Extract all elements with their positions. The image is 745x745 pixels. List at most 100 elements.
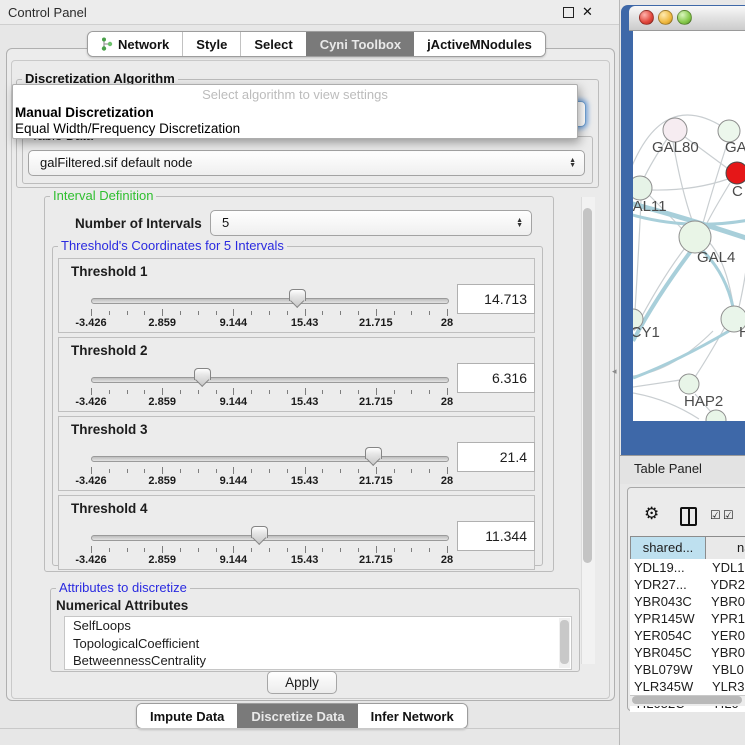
slider-track[interactable] — [91, 456, 449, 462]
table-horizontal-scrollbar-thumb[interactable] — [632, 696, 742, 704]
table-cell[interactable]: YDR2 — [710, 576, 745, 593]
attributes-scrollbar[interactable] — [559, 618, 570, 668]
column-header-name[interactable]: na — [705, 536, 745, 560]
table-cell[interactable]: YDL19... — [630, 559, 712, 576]
tick-mark — [109, 390, 110, 394]
attributes-scrollbar-thumb[interactable] — [560, 620, 569, 664]
network-node-edge-node[interactable] — [706, 410, 726, 421]
threshold-value-field[interactable]: 21.4 — [457, 442, 535, 472]
table-cell[interactable]: YDR27... — [630, 576, 710, 593]
tab-impute-data-label: Impute Data — [150, 709, 224, 724]
tab-jactivemnodules[interactable]: jActiveMNodules — [414, 32, 545, 56]
window-close-button[interactable] — [639, 10, 654, 25]
attribute-list-item[interactable]: BetweennessCentrality — [65, 652, 571, 670]
tick-mark — [358, 390, 359, 394]
slider-thumb[interactable] — [251, 526, 268, 538]
tab-select-label: Select — [254, 37, 292, 52]
table-row[interactable]: YER054CYER0 — [630, 627, 745, 644]
top-tab-bar: Network Style Select Cyni Toolbox jActiv… — [87, 31, 546, 57]
gear-icon[interactable] — [644, 504, 659, 524]
slider-thumb[interactable] — [194, 368, 211, 380]
number-of-intervals-value: 5 — [222, 211, 229, 235]
threshold-value-field[interactable]: 6.316 — [457, 363, 535, 393]
threshold-value-field[interactable]: 11.344 — [457, 521, 535, 551]
tick-mark — [447, 309, 448, 316]
tab-network[interactable]: Network — [88, 32, 182, 56]
slider-track[interactable] — [91, 298, 449, 304]
tick-label: 9.144 — [220, 317, 248, 329]
tick-mark — [269, 311, 270, 315]
network-canvas[interactable]: GAL80GACGAL11GAL4GCY1HHAP2 — [633, 31, 745, 421]
tick-mark — [429, 390, 430, 394]
tick-label: 9.144 — [220, 554, 248, 566]
popup-option-equal-width-frequency[interactable]: Equal Width/Frequency Discretization — [13, 121, 577, 137]
slider-thumb[interactable] — [289, 289, 306, 301]
float-window-icon[interactable] — [563, 7, 574, 18]
network-edge — [739, 261, 745, 307]
table-cell[interactable]: YBR0 — [711, 593, 745, 610]
attribute-list-item[interactable]: SelfLoops — [65, 617, 571, 635]
network-node-red-node[interactable] — [726, 162, 745, 184]
network-node-GAL11[interactable] — [633, 176, 652, 200]
tick-mark — [144, 311, 145, 315]
network-node-HAP2[interactable] — [679, 374, 699, 394]
table-cell[interactable]: YBR0 — [711, 644, 745, 661]
table-cell[interactable]: YLR345W — [630, 678, 712, 695]
table-row[interactable]: YDL19...YDL1 — [630, 559, 745, 576]
table-data-combo[interactable]: galFiltered.sif default node — [28, 150, 585, 176]
tab-infer-network[interactable]: Infer Network — [358, 704, 467, 728]
tab-style[interactable]: Style — [182, 32, 240, 56]
table-cell[interactable]: YER0 — [711, 627, 745, 644]
tick-mark — [340, 469, 341, 473]
column-layout-icon[interactable] — [680, 507, 697, 526]
network-node-label: HAP2 — [684, 393, 723, 410]
table-row[interactable]: YBL079WYBL0 — [630, 661, 745, 678]
network-node-label: GAL4 — [697, 249, 735, 266]
threshold-list: Threshold 1 -3.4262.8599.14415.4321.7152… — [58, 258, 535, 574]
slider-track[interactable] — [91, 535, 449, 541]
table-cell[interactable]: YPR1 — [711, 610, 745, 627]
window-zoom-button[interactable] — [677, 10, 692, 25]
slider-thumb[interactable] — [365, 447, 382, 459]
tab-cyni-toolbox[interactable]: Cyni Toolbox — [306, 32, 414, 56]
threshold-panel-4: Threshold 4 -3.4262.8599.14415.4321.7152… — [58, 495, 535, 570]
close-icon[interactable] — [582, 4, 593, 20]
popup-option-manual-discretization[interactable]: Manual Discretization — [13, 105, 577, 121]
control-panel-scrollbar-thumb[interactable] — [583, 208, 592, 563]
checkbox-icon[interactable] — [723, 508, 734, 522]
table-body[interactable]: YDL19...YDL1YDR27...YDR2YBR043CYBR0YPR14… — [630, 559, 745, 695]
slider-track[interactable] — [91, 377, 449, 383]
panel-splitter[interactable] — [619, 0, 620, 745]
table-row[interactable]: YBR045CYBR0 — [630, 644, 745, 661]
table-row[interactable]: YDR27...YDR2 — [630, 576, 745, 593]
tick-label: 2.859 — [148, 554, 176, 566]
table-row[interactable]: YLR345WYLR3 — [630, 678, 745, 695]
table-cell[interactable]: YDL1 — [712, 559, 745, 576]
table-row[interactable]: YBR043CYBR0 — [630, 593, 745, 610]
table-cell[interactable]: YLR3 — [712, 678, 745, 695]
tick-label: -3.426 — [75, 317, 106, 329]
table-row[interactable]: YPR145WYPR1 — [630, 610, 745, 627]
table-cell[interactable]: YBR045C — [630, 644, 711, 661]
tab-discretize-data[interactable]: Discretize Data — [237, 704, 357, 728]
column-header-shared[interactable]: shared... — [630, 536, 706, 560]
window-minimize-button[interactable] — [658, 10, 673, 25]
table-cell[interactable]: YBL0 — [712, 661, 744, 678]
number-of-intervals-combo[interactable]: 5 — [210, 210, 532, 236]
checkbox-icon[interactable] — [710, 508, 721, 522]
tab-select[interactable]: Select — [240, 32, 305, 56]
tick-mark — [429, 469, 430, 473]
tick-mark — [198, 390, 199, 394]
attribute-list-item[interactable]: TopologicalCoefficient — [65, 635, 571, 653]
table-cell[interactable]: YBL079W — [630, 661, 712, 678]
splitter-arrow-icon[interactable] — [612, 366, 617, 377]
table-cell[interactable]: YPR145W — [630, 610, 711, 627]
apply-button[interactable]: Apply — [267, 671, 337, 694]
table-cell[interactable]: YBR043C — [630, 593, 711, 610]
tick-label: 2.859 — [148, 396, 176, 408]
threshold-value-field[interactable]: 14.713 — [457, 284, 535, 314]
tick-mark — [91, 467, 92, 474]
numerical-attributes-list[interactable]: SelfLoopsTopologicalCoefficientBetweenne… — [64, 616, 572, 670]
tab-impute-data[interactable]: Impute Data — [137, 704, 237, 728]
table-cell[interactable]: YER054C — [630, 627, 711, 644]
